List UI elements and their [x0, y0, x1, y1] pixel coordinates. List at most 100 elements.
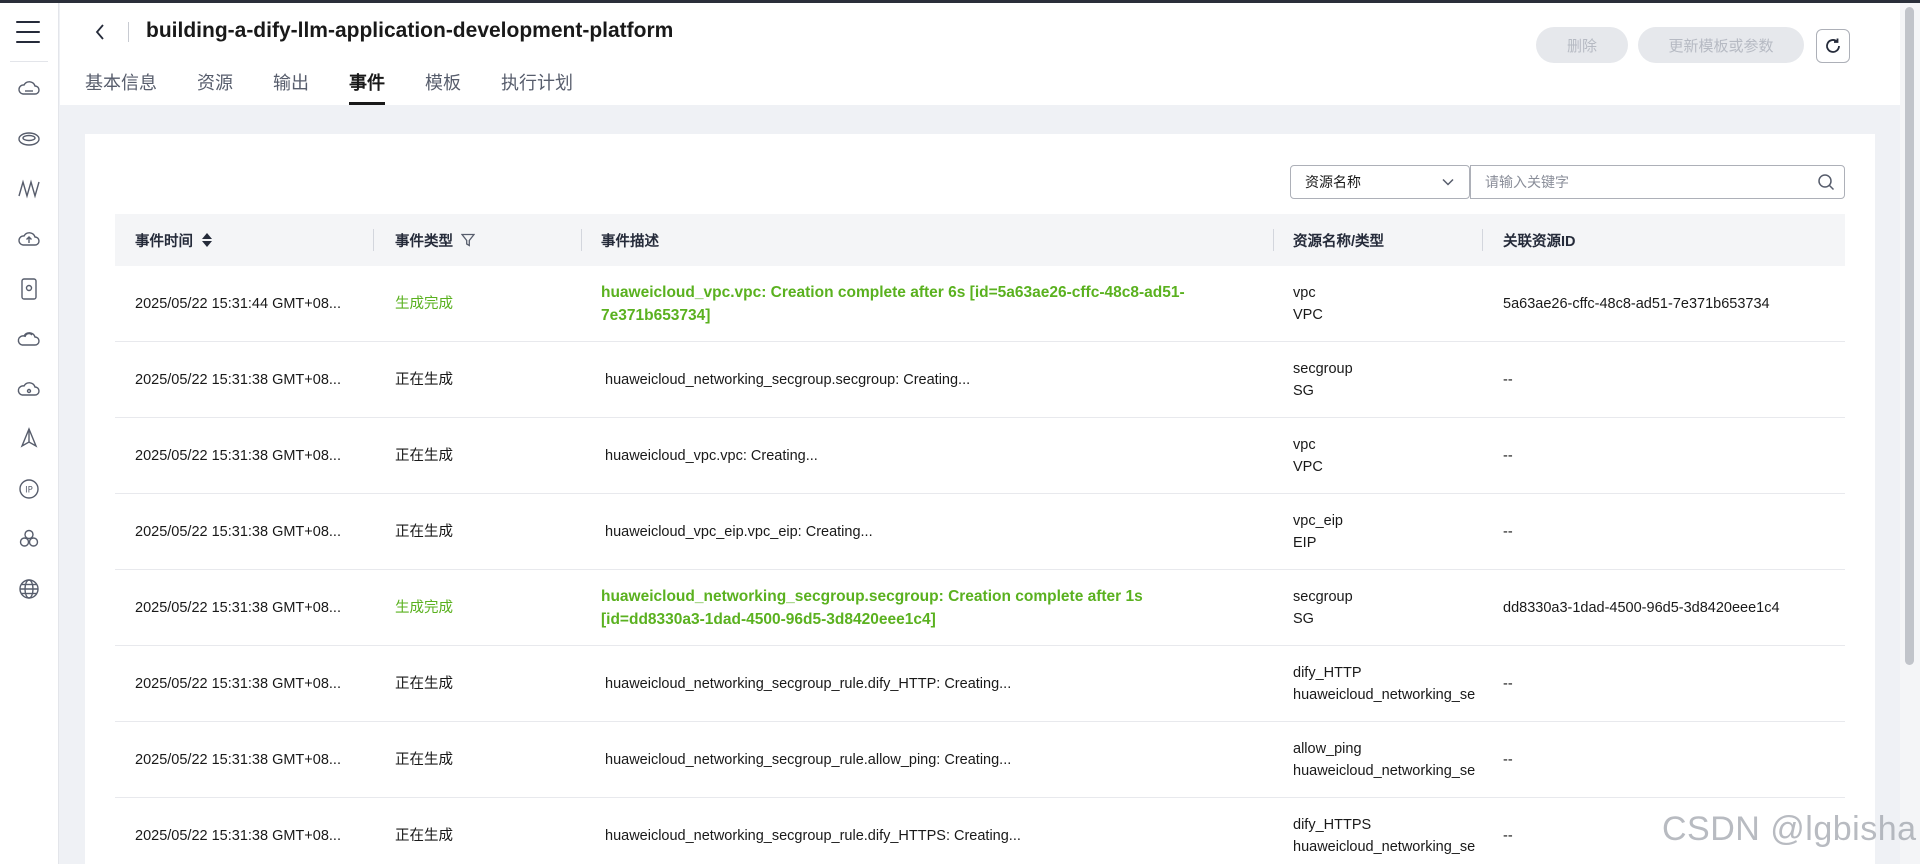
tab-template[interactable]: 模板	[425, 69, 461, 105]
resource-type: SG	[1293, 611, 1314, 627]
svg-text:IP: IP	[25, 486, 33, 496]
tab-outputs[interactable]: 输出	[273, 69, 309, 105]
globe-icon[interactable]	[15, 575, 43, 603]
event-type: 正在生成	[395, 524, 453, 540]
resource-type: SG	[1293, 383, 1314, 399]
col-resource: 资源名称/类型	[1293, 233, 1385, 250]
tab-execution-plan[interactable]: 执行计划	[501, 69, 573, 105]
back-chevron-icon[interactable]	[88, 19, 112, 45]
cloud-upload-icon[interactable]	[15, 225, 43, 253]
hamburger-menu-icon[interactable]	[16, 21, 40, 43]
resource-id: 5a63ae26-cffc-48c8-ad51-7e371b653734	[1503, 296, 1770, 312]
col-event-time[interactable]: 事件时间	[135, 214, 213, 266]
event-time: 2025/05/22 15:31:38 GMT+08...	[135, 828, 341, 844]
resource-name: dify_HTTP	[1293, 665, 1362, 681]
refresh-icon[interactable]	[1816, 29, 1850, 63]
document-icon[interactable]	[15, 275, 43, 303]
event-type: 正在生成	[395, 676, 453, 692]
col-resource-id: 关联资源ID	[1503, 233, 1576, 250]
event-type: 正在生成	[395, 752, 453, 768]
watermark: CSDN @lgbisha	[1662, 810, 1917, 848]
search-box	[1470, 165, 1845, 199]
update-template-button[interactable]: 更新模板或参数	[1638, 27, 1804, 63]
resource-name: vpc	[1293, 437, 1316, 453]
tab-basic-info[interactable]: 基本信息	[85, 69, 157, 105]
search-icon[interactable]	[1808, 166, 1844, 198]
resource-type: huaweicloud_networking_se	[1293, 839, 1476, 855]
event-description: huaweicloud_networking_secgroup.secgroup…	[605, 372, 971, 388]
event-type: 生成完成	[395, 296, 453, 312]
table-row: 2025/05/22 15:31:44 GMT+08... 生成完成 huaweic…	[115, 266, 1845, 342]
cloud-link-icon[interactable]	[15, 375, 43, 403]
col-event-type[interactable]: 事件类型	[395, 214, 475, 266]
chevron-down-icon	[1442, 178, 1454, 186]
resource-name: vpc_eip	[1293, 513, 1343, 529]
resource-type: huaweicloud_networking_se	[1293, 687, 1476, 703]
resource-type: EIP	[1293, 535, 1317, 551]
table-row: 2025/05/22 15:31:38 GMT+08... 正在生成 huaweic…	[115, 798, 1845, 864]
events-card: 资源名称 事件时间 事件类型 事件描述	[85, 134, 1875, 864]
scrollbar-thumb[interactable]	[1905, 7, 1914, 665]
event-time: 2025/05/22 15:31:38 GMT+08...	[135, 448, 341, 464]
table-body: 2025/05/22 15:31:44 GMT+08... 生成完成 huaweic…	[115, 266, 1845, 864]
event-description: huaweicloud_networking_secgroup_rule.all…	[605, 752, 1012, 768]
filter-selected-label: 资源名称	[1305, 174, 1361, 190]
resource-id: --	[1503, 448, 1513, 464]
resource-id: --	[1503, 752, 1513, 768]
table-header: 事件时间 事件类型 事件描述 资源名称/类型 关联资源ID	[115, 214, 1845, 266]
resource-id: dd8330a3-1dad-4500-96d5-3d8420eee1c4	[1503, 600, 1780, 616]
page-header: building-a-dify-llm-application-developm…	[60, 3, 1900, 105]
table-row: 2025/05/22 15:31:38 GMT+08... 正在生成 huaweic…	[115, 722, 1845, 798]
table-row: 2025/05/22 15:31:38 GMT+08... 生成完成 huaweic…	[115, 570, 1845, 646]
resource-name: secgroup	[1293, 361, 1353, 377]
cluster-icon[interactable]	[15, 525, 43, 553]
event-time: 2025/05/22 15:31:38 GMT+08...	[135, 600, 341, 616]
resource-name: vpc	[1293, 285, 1316, 301]
resource-id: --	[1503, 372, 1513, 388]
ip-address-icon[interactable]: IP	[15, 475, 43, 503]
event-time: 2025/05/22 15:31:38 GMT+08...	[135, 372, 341, 388]
sort-icon[interactable]	[201, 232, 213, 248]
network-waveform-icon[interactable]	[15, 175, 43, 203]
event-type: 正在生成	[395, 448, 453, 464]
column-divider	[1273, 229, 1274, 251]
resource-name: allow_ping	[1293, 741, 1362, 757]
rail-divider	[10, 61, 48, 62]
column-divider	[581, 229, 582, 251]
col-event-type-label: 事件类型	[395, 233, 453, 250]
event-description: huaweicloud_vpc_eip.vpc_eip: Creating...	[605, 524, 873, 540]
event-time: 2025/05/22 15:31:38 GMT+08...	[135, 752, 341, 768]
resource-filter-select[interactable]: 资源名称	[1290, 165, 1470, 199]
event-description: huaweicloud_vpc.vpc: Creating...	[605, 448, 818, 464]
column-divider	[1482, 229, 1483, 251]
disk-icon[interactable]	[15, 125, 43, 153]
table-row: 2025/05/22 15:31:38 GMT+08... 正在生成 huaweic…	[115, 342, 1845, 418]
resource-name-type: vpc VPC	[1293, 266, 1483, 342]
page-title: building-a-dify-llm-application-developm…	[146, 19, 674, 42]
tab-resources[interactable]: 资源	[197, 69, 233, 105]
event-type: 生成完成	[395, 600, 453, 616]
diamond-icon[interactable]	[15, 425, 43, 453]
resource-name-type: dify_HTTP huaweicloud_networking_se	[1293, 646, 1483, 722]
search-input[interactable]	[1471, 166, 1808, 198]
tab-events[interactable]: 事件	[349, 69, 385, 105]
table-row: 2025/05/22 15:31:38 GMT+08... 正在生成 huaweic…	[115, 494, 1845, 570]
event-time: 2025/05/22 15:31:38 GMT+08...	[135, 676, 341, 692]
event-description: huaweicloud_networking_secgroup_rule.dif…	[605, 828, 1021, 844]
tab-bar: 基本信息 资源 输出 事件 模板 执行计划	[85, 69, 613, 105]
resource-id: --	[1503, 676, 1513, 692]
cloud-stack-icon[interactable]	[15, 325, 43, 353]
event-time: 2025/05/22 15:31:44 GMT+08...	[135, 296, 341, 312]
table-row: 2025/05/22 15:31:38 GMT+08... 正在生成 huaweic…	[115, 418, 1845, 494]
cloud-server-icon[interactable]	[15, 75, 43, 103]
event-time: 2025/05/22 15:31:38 GMT+08...	[135, 524, 341, 540]
delete-button[interactable]: 删除	[1536, 27, 1628, 63]
event-type: 正在生成	[395, 372, 453, 388]
resource-name-type: vpc VPC	[1293, 418, 1483, 494]
page-scrollbar[interactable]	[1900, 3, 1920, 864]
event-type: 正在生成	[395, 828, 453, 844]
resource-name-type: secgroup SG	[1293, 570, 1483, 646]
filter-funnel-icon[interactable]	[461, 233, 475, 247]
events-table: 事件时间 事件类型 事件描述 资源名称/类型 关联资源ID 2025/05/22…	[115, 214, 1845, 864]
resource-name: dify_HTTPS	[1293, 817, 1372, 833]
